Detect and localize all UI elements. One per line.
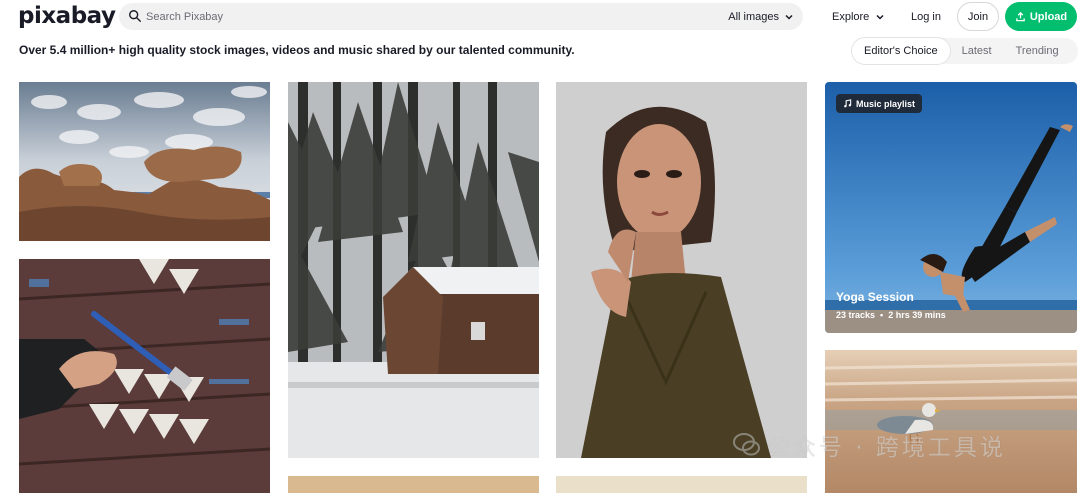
media-type-label: All images: [728, 10, 779, 23]
tab-latest[interactable]: Latest: [950, 38, 1004, 64]
music-note-icon: [844, 99, 852, 108]
media-type-dropdown[interactable]: All images: [728, 3, 794, 30]
upload-icon: [1016, 11, 1025, 22]
photo-col3-bottom[interactable]: [556, 476, 807, 493]
playlist-meta: 23 tracks • 2 hrs 39 mins: [836, 310, 946, 320]
top-navigation: pixabay All images Explore Log in Join U…: [0, 0, 1080, 34]
chevron-down-icon: [785, 14, 793, 20]
watermark-text: 公众号 · 跨境工具说: [767, 435, 1006, 461]
playlist-title: Yoga Session: [836, 290, 914, 304]
search-bar[interactable]: All images: [119, 3, 803, 30]
music-playlist-card[interactable]: Music playlist Yoga Session 23 tracks • …: [825, 82, 1077, 333]
sort-tabs: Editor's Choice Latest Trending: [852, 38, 1071, 64]
rocks-coast-image: [19, 82, 270, 241]
search-input[interactable]: [146, 6, 706, 27]
photo-portrait-woman[interactable]: [556, 82, 807, 458]
playlist-tracks: 23 tracks: [836, 310, 876, 320]
login-link[interactable]: Log in: [911, 3, 941, 30]
pixabay-logo[interactable]: pixabay: [18, 2, 116, 30]
explore-label: Explore: [832, 10, 870, 23]
search-icon[interactable]: [128, 9, 142, 23]
join-button[interactable]: Join: [957, 2, 999, 31]
seagull-beach-image: [825, 350, 1077, 493]
portrait-woman-image: [556, 82, 807, 458]
photo-painting-wall[interactable]: [19, 259, 270, 493]
photo-rocks-coast[interactable]: [19, 82, 270, 241]
painting-wall-image: [19, 259, 270, 493]
wechat-watermark: 公众号 · 跨境工具说: [733, 428, 1006, 462]
page-tagline: Over 5.4 million+ high quality stock ima…: [19, 43, 575, 57]
tab-trending[interactable]: Trending: [1004, 38, 1071, 64]
meta-separator: •: [880, 310, 884, 320]
photo-snowy-cabin[interactable]: [288, 82, 539, 458]
col2-bottom-image: [288, 476, 539, 493]
wechat-icon: [733, 433, 760, 456]
col3-bottom-image: [556, 476, 807, 493]
chevron-down-icon: [876, 14, 884, 20]
tab-editors-choice[interactable]: Editor's Choice: [852, 38, 950, 64]
upload-label: Upload: [1029, 10, 1068, 23]
explore-menu[interactable]: Explore: [832, 3, 885, 30]
badge-label: Music playlist: [856, 98, 916, 109]
playlist-duration: 2 hrs 39 mins: [888, 310, 946, 320]
photo-col2-bottom[interactable]: [288, 476, 539, 493]
photo-seagull-beach[interactable]: [825, 350, 1077, 493]
upload-button[interactable]: Upload: [1005, 2, 1077, 31]
snowy-cabin-image: [288, 82, 539, 458]
music-playlist-badge: Music playlist: [836, 94, 923, 113]
